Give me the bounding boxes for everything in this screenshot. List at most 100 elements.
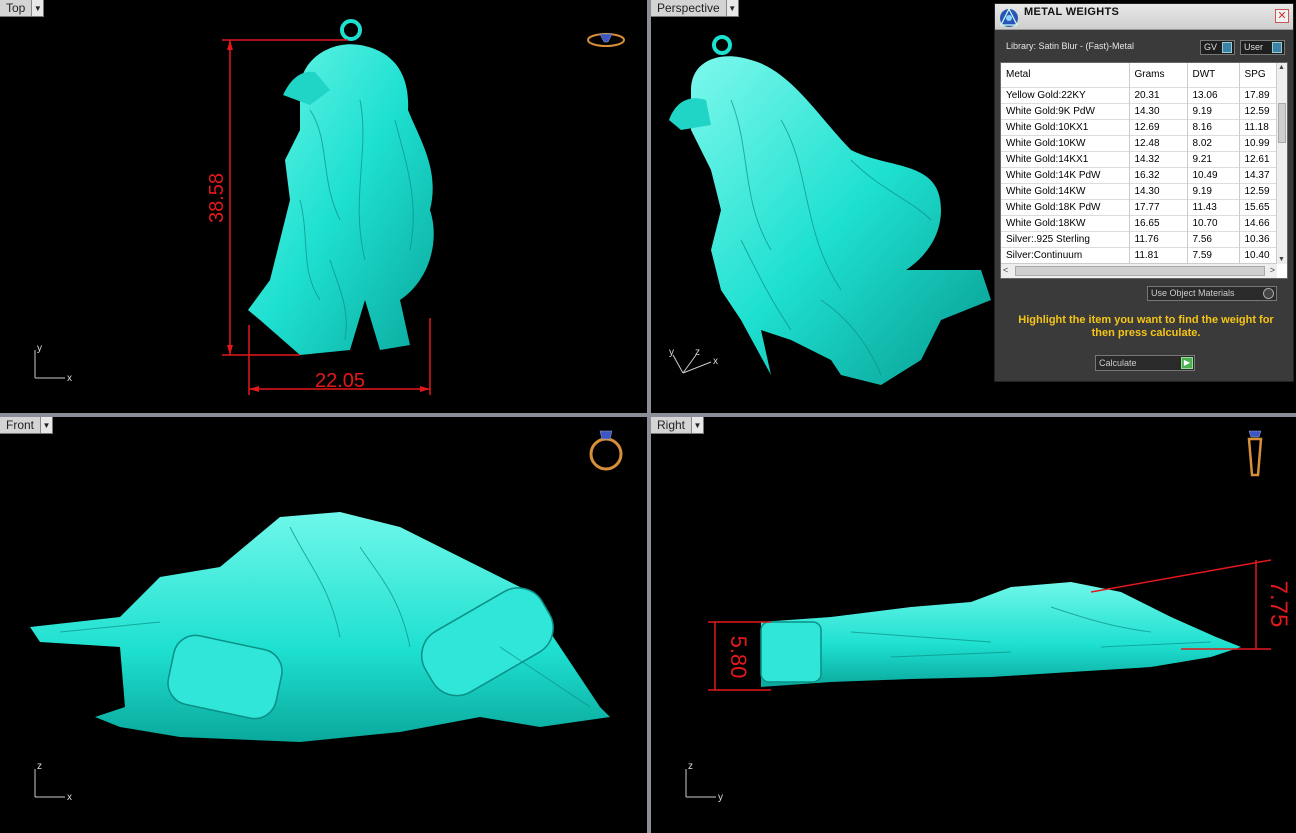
dimension-left-text: 5.80	[726, 636, 751, 679]
table-row[interactable]: White Gold:14K PdW 16.32 10.49 14.37	[1001, 166, 1278, 183]
chevron-down-icon[interactable]: ▼	[691, 417, 704, 433]
metal-cell: Yellow Gold:22KY	[1001, 86, 1130, 103]
play-arrow-icon: ▶	[1181, 357, 1193, 369]
scroll-thumb[interactable]	[1278, 103, 1286, 143]
spg-cell: 10.40	[1239, 246, 1278, 263]
axis-y-label: y	[718, 792, 723, 803]
grams-cell: 11.76	[1129, 230, 1188, 247]
column-header-grams[interactable]: Grams	[1129, 63, 1188, 87]
table-horizontal-scrollbar[interactable]: < >	[1001, 263, 1277, 278]
table-row[interactable]: White Gold:14KW 14.30 9.19 12.59	[1001, 182, 1278, 199]
column-header-metal[interactable]: Metal	[1001, 63, 1130, 87]
metal-cell: White Gold:10KW	[1001, 134, 1130, 151]
radio-icon[interactable]	[1263, 288, 1274, 299]
use-object-materials-toggle[interactable]: Use Object Materials	[1147, 286, 1277, 301]
dwt-cell: 13.06	[1187, 86, 1240, 103]
pendant-model-perspective	[669, 35, 991, 385]
grams-cell: 17.77	[1129, 198, 1188, 215]
scroll-down-icon[interactable]: ▼	[1278, 256, 1285, 263]
dwt-cell: 8.16	[1187, 118, 1240, 135]
right-view-scene: 5.80 7.75 y z	[685, 430, 1292, 803]
metal-cell: White Gold:14KW	[1001, 182, 1130, 199]
table-row[interactable]: White Gold:18K PdW 17.77 11.43 15.65	[1001, 198, 1278, 215]
table-row[interactable]: Yellow Gold:22KY 20.31 13.06 17.89	[1001, 86, 1278, 103]
viewport-label-front: Front	[6, 418, 35, 432]
spg-cell: 14.66	[1239, 214, 1278, 231]
axis-indicator-front: x z	[34, 761, 72, 803]
viewport-tab-front[interactable]: Front ▼	[0, 417, 54, 434]
table-header-row: Metal Grams DWT SPG	[1001, 63, 1278, 87]
chevron-down-icon[interactable]: ▼	[40, 417, 53, 433]
grams-cell: 14.30	[1129, 182, 1188, 199]
table-row[interactable]: White Gold:18KW 16.65 10.70 14.66	[1001, 214, 1278, 231]
metal-weights-table[interactable]: Metal Grams DWT SPG Yellow Gold:22KY 20.3…	[1000, 62, 1288, 279]
pendant-model-right	[760, 582, 1241, 687]
gv-toggle-label: GV	[1204, 42, 1218, 52]
spg-cell: 12.59	[1239, 102, 1278, 119]
axis-x-label: x	[67, 373, 72, 384]
table-row[interactable]: White Gold:10KX1 12.69 8.16 11.18	[1001, 118, 1278, 135]
column-header-dwt[interactable]: DWT	[1187, 63, 1240, 87]
axis-x-label: x	[67, 792, 72, 803]
close-icon[interactable]: ✕	[1275, 9, 1289, 23]
scroll-up-icon[interactable]: ▲	[1278, 64, 1285, 71]
front-view-scene: x z	[30, 430, 623, 803]
viewport-label-top: Top	[6, 1, 26, 15]
column-header-spg[interactable]: SPG	[1239, 63, 1278, 87]
table-row[interactable]: White Gold:14KX1 14.32 9.21 12.61	[1001, 150, 1278, 167]
table-vertical-scrollbar[interactable]: ▲ ▼	[1276, 63, 1287, 264]
metal-cell: White Gold:14KX1	[1001, 150, 1130, 167]
metal-weights-panel: METAL WEIGHTS ✕ Library: Satin Blur - (F…	[994, 3, 1294, 382]
spg-cell: 15.65	[1239, 198, 1278, 215]
viewport-tab-perspective[interactable]: Perspective ▼	[651, 0, 739, 17]
toggle-knob-icon	[1222, 42, 1232, 53]
ring-side-icon	[1247, 430, 1263, 477]
axis-y-label: y	[669, 347, 674, 358]
metal-weights-title: METAL WEIGHTS	[1024, 6, 1120, 18]
metal-cell: White Gold:18K PdW	[1001, 198, 1130, 215]
grams-cell: 20.31	[1129, 86, 1188, 103]
dwt-cell: 9.19	[1187, 182, 1240, 199]
axis-x-label: x	[713, 356, 718, 367]
viewport-right[interactable]: Right ▼ 5.80 7.75 y z	[651, 417, 1296, 833]
viewport-label-perspective: Perspective	[657, 1, 720, 15]
metal-cell: White Gold:18KW	[1001, 214, 1130, 231]
spg-cell: 12.61	[1239, 150, 1278, 167]
calculate-button[interactable]: Calculate ▶	[1095, 355, 1195, 371]
table-row[interactable]: Silver:.925 Sterling 11.76 7.56 10.36	[1001, 230, 1278, 247]
viewport-front[interactable]: Front ▼ x z	[0, 417, 647, 833]
dwt-cell: 10.49	[1187, 166, 1240, 183]
metal-weights-titlebar[interactable]: METAL WEIGHTS ✕	[995, 4, 1293, 30]
table-row[interactable]: Silver:Continuum 11.81 7.59 10.40	[1001, 246, 1278, 263]
dimension-height-text: 38.58	[206, 173, 228, 223]
instruction-text: Highlight the item you want to find the …	[1018, 314, 1274, 339]
grams-cell: 14.32	[1129, 150, 1188, 167]
matrix-logo-icon	[1000, 7, 1018, 27]
axis-y-label: y	[37, 343, 42, 354]
top-view-scene: 38.58 22.05 x y	[34, 19, 625, 395]
spg-cell: 11.18	[1239, 118, 1278, 135]
scroll-thumb[interactable]	[1015, 266, 1265, 276]
spg-cell: 17.89	[1239, 86, 1278, 103]
viewport-top[interactable]: Top ▼ 38.58 22.05 x y	[0, 0, 647, 413]
grams-cell: 12.69	[1129, 118, 1188, 135]
toggle-knob-icon	[1272, 42, 1282, 53]
metal-table: Metal Grams DWT SPG Yellow Gold:22KY 20.3…	[1001, 63, 1278, 263]
scroll-left-icon[interactable]: <	[1003, 265, 1008, 275]
spg-cell: 14.37	[1239, 166, 1278, 183]
dimension-width-text: 22.05	[315, 370, 365, 392]
viewport-tab-top[interactable]: Top ▼	[0, 0, 45, 17]
chevron-down-icon[interactable]: ▼	[725, 0, 738, 16]
chevron-down-icon[interactable]: ▼	[31, 0, 44, 16]
table-row[interactable]: White Gold:10KW 12.48 8.02 10.99	[1001, 134, 1278, 151]
axis-indicator-right: y z	[685, 761, 723, 803]
user-toggle[interactable]: User	[1240, 40, 1285, 55]
viewport-tab-right[interactable]: Right ▼	[651, 417, 705, 434]
gv-toggle[interactable]: GV	[1200, 40, 1235, 55]
table-row[interactable]: White Gold:9K PdW 14.30 9.19 12.59	[1001, 102, 1278, 119]
dwt-cell: 10.70	[1187, 214, 1240, 231]
scroll-right-icon[interactable]: >	[1270, 265, 1275, 275]
user-toggle-label: User	[1244, 42, 1264, 52]
dwt-cell: 11.43	[1187, 198, 1240, 215]
pendant-model-top	[248, 19, 434, 355]
